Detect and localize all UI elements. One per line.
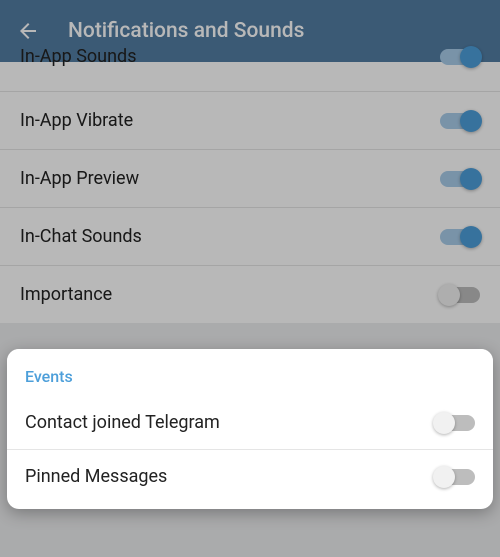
toggle-switch[interactable] xyxy=(440,49,480,65)
setting-in-app-preview[interactable]: In-App Preview xyxy=(0,150,500,208)
events-section-card: Events Contact joined Telegram Pinned Me… xyxy=(7,349,493,509)
setting-in-app-vibrate[interactable]: In-App Vibrate xyxy=(0,92,500,150)
setting-label: In-App Preview xyxy=(20,168,139,189)
setting-label: Contact joined Telegram xyxy=(25,412,220,433)
setting-contact-joined[interactable]: Contact joined Telegram xyxy=(7,396,493,450)
toggle-switch[interactable] xyxy=(440,113,480,129)
toggle-switch[interactable] xyxy=(435,415,475,431)
setting-in-chat-sounds[interactable]: In-Chat Sounds xyxy=(0,208,500,266)
toggle-switch[interactable] xyxy=(440,229,480,245)
setting-label: Pinned Messages xyxy=(25,466,167,487)
setting-label: In-App Sounds xyxy=(20,46,137,67)
setting-importance[interactable]: Importance xyxy=(0,266,500,323)
setting-label: Importance xyxy=(20,284,112,305)
section-divider xyxy=(0,323,500,341)
toggle-switch[interactable] xyxy=(440,287,480,303)
toggle-switch[interactable] xyxy=(435,469,475,485)
setting-label: In-App Vibrate xyxy=(20,110,133,131)
toggle-switch[interactable] xyxy=(440,171,480,187)
back-arrow-icon[interactable] xyxy=(16,19,40,43)
setting-in-app-sounds[interactable]: In-App Sounds xyxy=(0,62,500,92)
section-header-events: Events xyxy=(7,349,493,396)
setting-pinned-messages[interactable]: Pinned Messages xyxy=(7,450,493,503)
setting-label: In-Chat Sounds xyxy=(20,226,142,247)
page-title: Notifications and Sounds xyxy=(68,19,304,43)
settings-list: In-App Sounds In-App Vibrate In-App Prev… xyxy=(0,62,500,323)
